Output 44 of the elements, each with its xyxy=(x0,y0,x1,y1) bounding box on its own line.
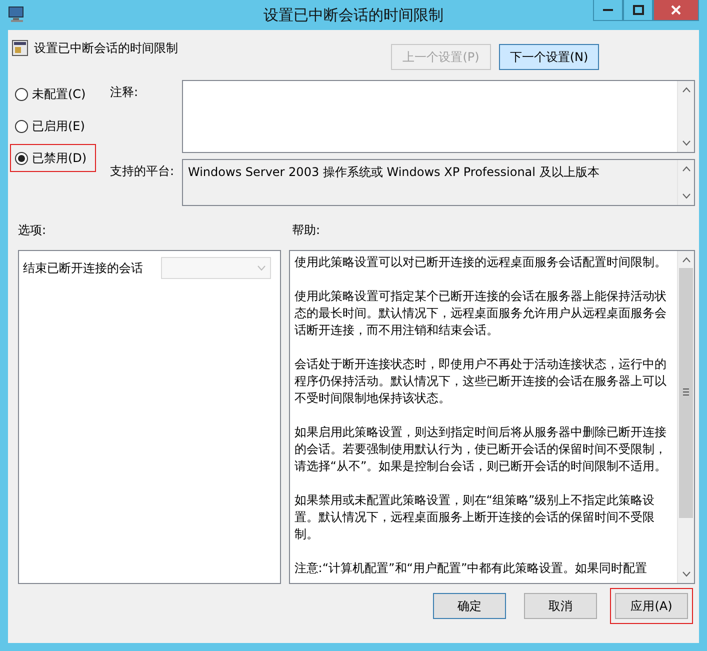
policy-title: 设置已中断会话的时间限制 xyxy=(34,40,178,57)
scroll-down-icon[interactable] xyxy=(682,571,690,577)
highlight-frame[interactable]: 已禁用(D) xyxy=(10,144,96,172)
close-button[interactable] xyxy=(653,0,699,21)
radio-row[interactable]: 未配置(C) xyxy=(10,80,96,108)
radio-button[interactable] xyxy=(15,120,28,132)
options-label: 选项: xyxy=(17,222,48,239)
window-title: 设置已中断会话的时间限制 xyxy=(264,6,444,25)
close-icon xyxy=(671,5,681,15)
scroll-down-icon[interactable] xyxy=(682,140,690,146)
policy-icon xyxy=(12,40,28,56)
radio-button[interactable] xyxy=(15,152,28,164)
help-paragraph: 使用此策略设置可指定某个已断开连接的会话在服务器上能保持活动状态的最长时间。默认情况下，远程桌面服务允许用户从远程桌面服务会话断开连接，而不用注销和结束会话。 xyxy=(294,288,668,339)
comment-label: 注释: xyxy=(110,84,140,101)
radio-button[interactable] xyxy=(15,88,28,100)
scroll-up-icon[interactable] xyxy=(682,166,690,172)
caret-icon xyxy=(257,265,266,271)
maximize-icon xyxy=(632,5,644,15)
nav-button[interactable]: 下一个设置(N) xyxy=(499,44,599,70)
dialog-button[interactable]: 取消 xyxy=(524,593,597,619)
help-paragraph: 会话处于断开连接状态时，即使用户不再处于活动连接状态，运行中的程序仍保持活动。默认情况下，这些已断开连接的会话在服务器上可以不受时间限制地保持该状态。 xyxy=(294,356,668,407)
comment-field[interactable] xyxy=(182,80,695,153)
help-paragraph: 如果启用此策略设置，则达到指定时间后将从服务器中删除已断开连接的会话。若要强制使用默认行为，使已断开会话的保留时间不受限制，请选择“从不”。如果是控制台会话，则已断开会话的时间限制不适用。 xyxy=(294,424,668,475)
help-paragraph: 如果禁用或未配置此策略设置，则在“组策略”级别上不指定此策略设置。默认情况下，远程桌面服务上断开连接的会话的保留时间不受限制。 xyxy=(294,492,656,543)
scroll-down-icon[interactable] xyxy=(682,193,690,199)
help-label: 帮助: xyxy=(291,222,322,239)
scroll-up-icon[interactable] xyxy=(682,87,690,93)
platform-label: 支持的平台: xyxy=(110,163,176,180)
scroll-up-icon[interactable] xyxy=(682,257,690,263)
help-paragraph: 注意:“计算机配置”和“用户配置”中都有此策略设置。如果同时配置 xyxy=(294,560,648,577)
platform-field: Windows Server 2003 操作系统或 Windows XP Professional 及以上版本 xyxy=(182,159,695,206)
minimize-icon xyxy=(603,8,613,12)
radio-label[interactable]: 已禁用(D) xyxy=(32,150,87,166)
scroll-thumb[interactable] xyxy=(678,268,693,518)
minimize-button[interactable] xyxy=(593,0,623,21)
option-label: 结束已断开连接的会话 xyxy=(23,260,144,276)
dialog-button[interactable]: 应用(A) xyxy=(615,593,688,619)
maximize-button[interactable] xyxy=(623,0,653,21)
radio-label[interactable]: 已启用(E) xyxy=(32,118,85,134)
help-paragraph: 使用此策略设置可以对已断开连接的远程桌面服务会话配置时间限制。 xyxy=(294,254,668,271)
radio-row[interactable]: 已启用(E) xyxy=(10,112,96,140)
radio-label[interactable]: 未配置(C) xyxy=(32,86,86,102)
computer-icon[interactable] xyxy=(8,6,26,22)
dialog-button[interactable]: 确定 xyxy=(433,593,506,619)
